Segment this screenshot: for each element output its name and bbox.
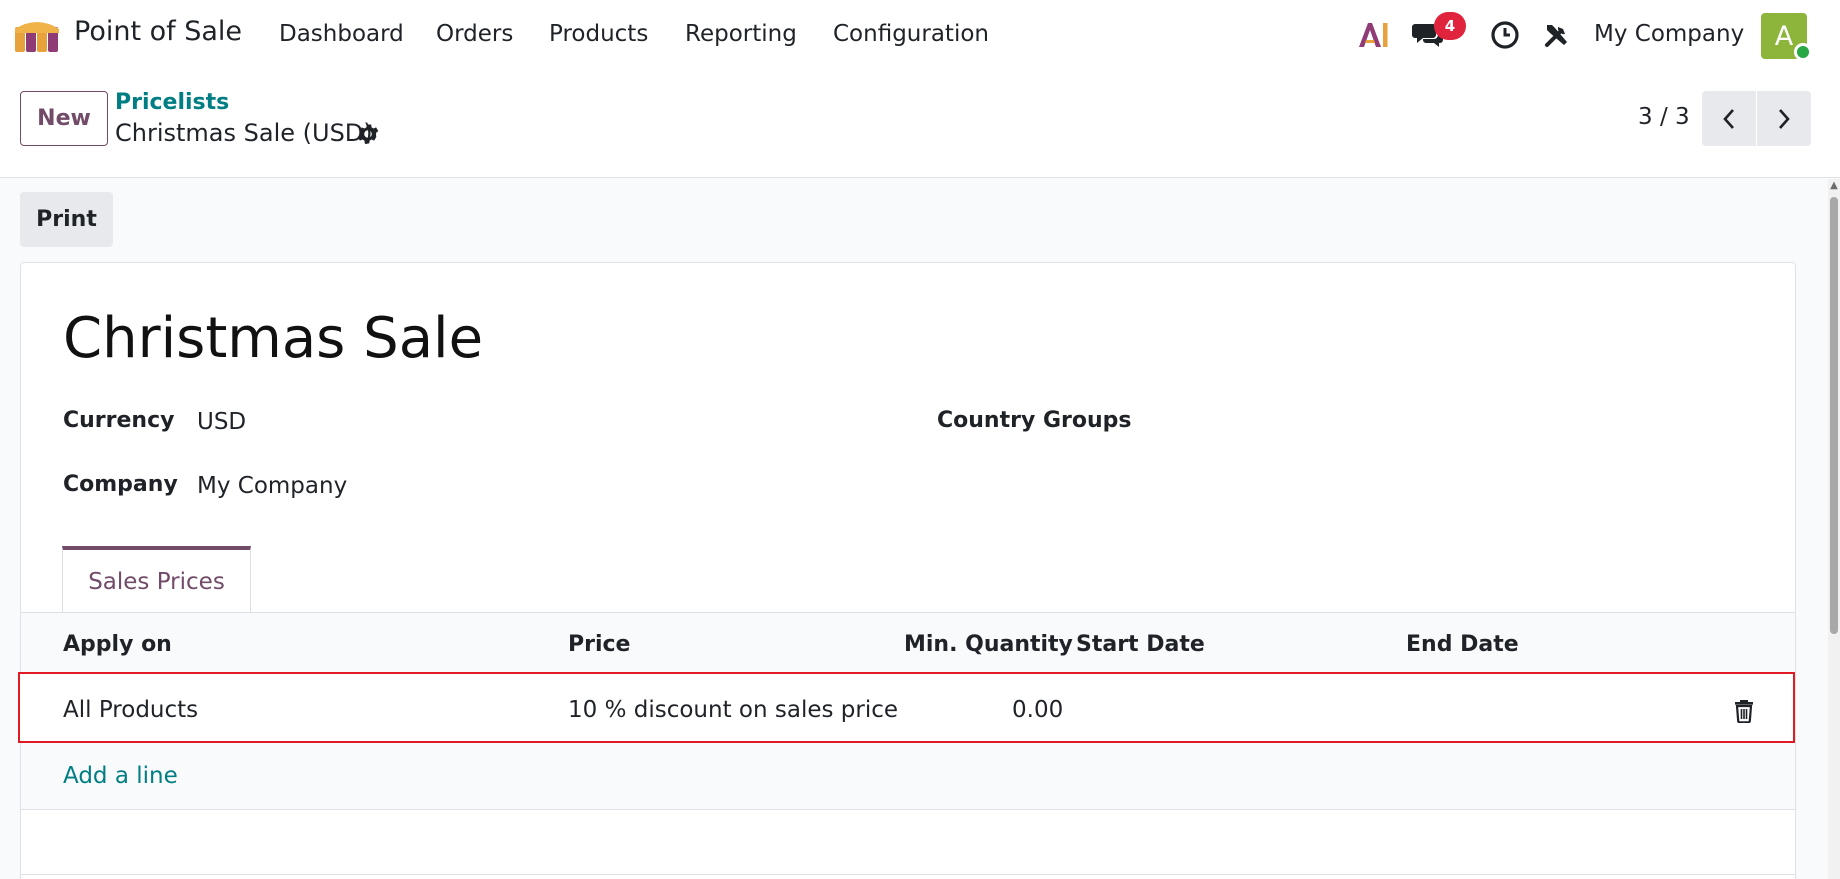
chevron-left-icon xyxy=(1723,108,1734,129)
ai-icon[interactable] xyxy=(1356,18,1390,52)
pager-value[interactable]: 3 / 3 xyxy=(1638,104,1690,130)
scroll-up-arrow-icon[interactable]: ▲ xyxy=(1828,180,1840,192)
menu-products[interactable]: Products xyxy=(549,21,648,47)
currency-field[interactable]: USD xyxy=(197,409,246,435)
currency-label: Currency xyxy=(63,408,175,433)
online-status-dot xyxy=(1794,43,1812,61)
cell-price[interactable]: 10 % discount on sales price xyxy=(568,697,898,723)
pager-next-button[interactable] xyxy=(1757,91,1811,146)
messages-badge: 4 xyxy=(1434,12,1466,40)
column-apply-on[interactable]: Apply on xyxy=(63,632,172,657)
company-field[interactable]: My Company xyxy=(197,473,347,499)
sheet-divider xyxy=(21,874,1795,875)
app-name[interactable]: Point of Sale xyxy=(74,16,242,47)
cell-min-quantity[interactable]: 0.00 xyxy=(1012,697,1063,723)
pager-previous-button[interactable] xyxy=(1702,91,1756,146)
table-row[interactable] xyxy=(18,672,1795,743)
control-panel: New Pricelists Christmas Sale (USD) 3 / … xyxy=(0,70,1840,178)
menu-dashboard[interactable]: Dashboard xyxy=(279,21,404,47)
gear-icon[interactable] xyxy=(355,121,381,147)
top-navbar: Point of Sale Dashboard Orders Products … xyxy=(0,0,1840,70)
chevron-right-icon xyxy=(1779,108,1790,129)
clock-icon[interactable] xyxy=(1488,18,1522,52)
column-end-date[interactable]: End Date xyxy=(1406,632,1519,657)
column-start-date[interactable]: Start Date xyxy=(1076,632,1205,657)
print-button[interactable]: Print xyxy=(20,192,113,247)
list-divider xyxy=(21,809,1795,810)
company-label: Company xyxy=(63,472,178,497)
record-title[interactable]: Christmas Sale xyxy=(63,306,483,371)
column-price[interactable]: Price xyxy=(568,632,630,657)
new-button[interactable]: New xyxy=(20,91,108,146)
trash-icon[interactable] xyxy=(1733,697,1755,723)
menu-reporting[interactable]: Reporting xyxy=(685,21,797,47)
breadcrumb-current: Christmas Sale (USD) xyxy=(115,119,373,147)
tools-icon[interactable] xyxy=(1540,18,1574,52)
breadcrumb-pricelists[interactable]: Pricelists xyxy=(115,90,229,115)
cell-apply-on[interactable]: All Products xyxy=(63,697,198,723)
menu-configuration[interactable]: Configuration xyxy=(833,21,989,47)
menu-orders[interactable]: Orders xyxy=(436,21,513,47)
company-switcher[interactable]: My Company xyxy=(1594,21,1744,47)
scrollbar-thumb[interactable] xyxy=(1830,197,1838,634)
pos-app-icon[interactable] xyxy=(14,19,60,53)
add-line-link[interactable]: Add a line xyxy=(63,763,178,789)
column-min-quantity[interactable]: Min. Quantity xyxy=(904,632,1073,657)
country-groups-label: Country Groups xyxy=(937,408,1132,433)
tab-sales-prices[interactable]: Sales Prices xyxy=(62,546,251,613)
